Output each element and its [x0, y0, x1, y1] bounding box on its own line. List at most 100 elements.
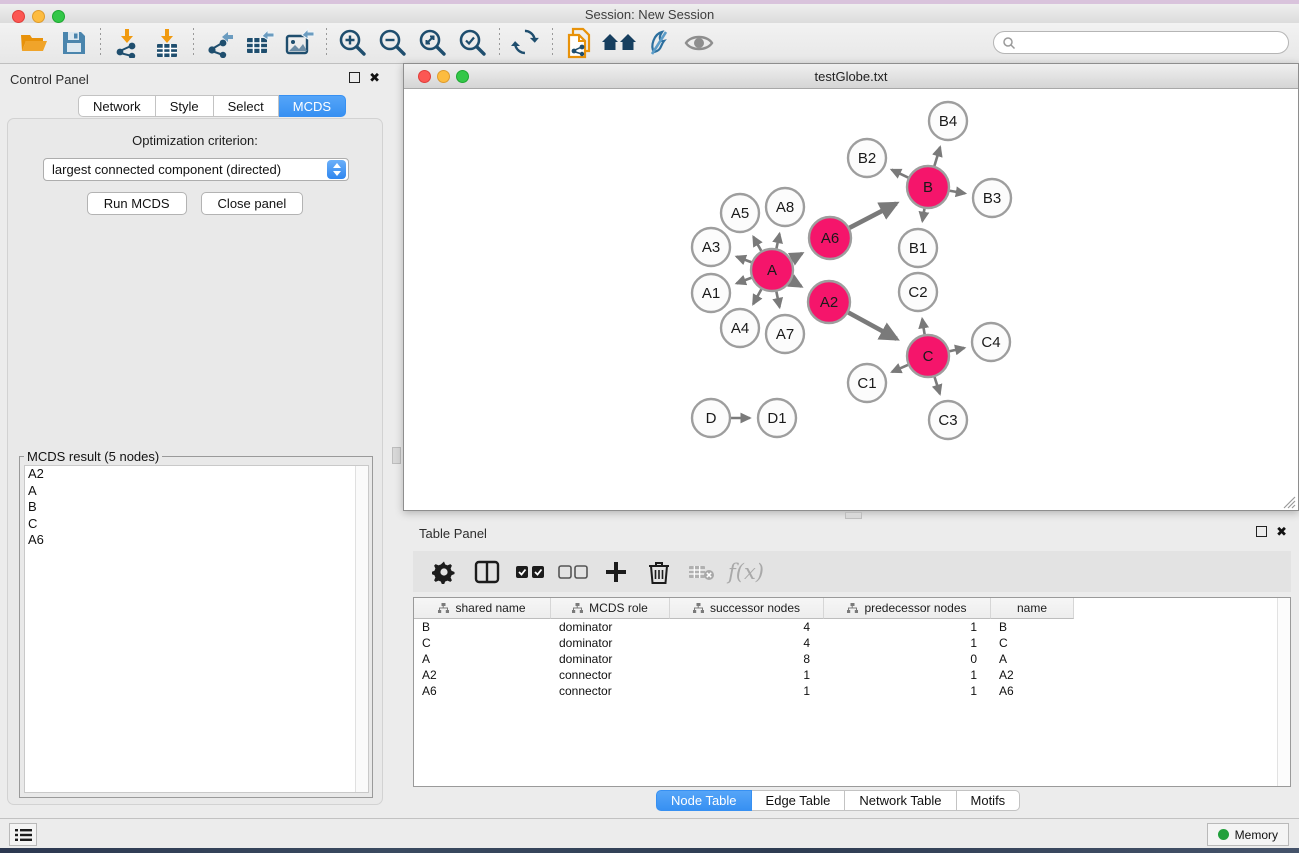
network-graph[interactable]: B4B2BB3A8A5A6A3B1AA1C2A2A4A7C4CC1C3DD1 [405, 90, 1297, 510]
import-network-icon[interactable] [107, 26, 147, 60]
column-header-successor-nodes[interactable]: successor nodes [670, 598, 824, 619]
graph-node-C1[interactable]: C1 [848, 364, 886, 402]
graph-node-D1[interactable]: D1 [758, 399, 796, 437]
mcds-result-item[interactable]: B [25, 499, 368, 516]
vertical-splitter-handle[interactable] [392, 447, 401, 464]
table-cell[interactable]: A [991, 651, 1074, 667]
table-cell[interactable]: connector [551, 683, 670, 699]
save-session-icon[interactable] [54, 26, 94, 60]
graph-node-D[interactable]: D [692, 399, 730, 437]
graph-node-A6[interactable]: A6 [809, 217, 851, 259]
table-cell[interactable]: 1 [824, 683, 991, 699]
function-builder-icon[interactable]: f(x) [728, 555, 764, 589]
add-column-icon[interactable] [599, 555, 633, 589]
delete-column-icon[interactable] [642, 555, 676, 589]
table-cell[interactable]: 0 [824, 651, 991, 667]
close-panel-icon[interactable]: ✖ [369, 71, 380, 84]
export-network-icon[interactable] [200, 26, 240, 60]
export-image-icon[interactable] [280, 26, 320, 60]
table-cell[interactable]: connector [551, 667, 670, 683]
graph-node-B4[interactable]: B4 [929, 102, 967, 140]
home-networks-icon[interactable] [599, 26, 639, 60]
table-cell[interactable]: dominator [551, 651, 670, 667]
graph-node-A[interactable]: A [751, 249, 793, 291]
export-table-icon[interactable] [240, 26, 280, 60]
zoom-out-icon[interactable] [373, 26, 413, 60]
table-cell[interactable]: 4 [670, 619, 824, 635]
zoom-fit-icon[interactable] [413, 26, 453, 60]
resize-grip-icon[interactable] [1283, 496, 1297, 509]
graph-node-A7[interactable]: A7 [766, 315, 804, 353]
import-table-icon[interactable] [147, 26, 187, 60]
table-tab-node-table[interactable]: Node Table [656, 790, 752, 811]
table-tab-motifs[interactable]: Motifs [957, 790, 1021, 811]
table-cell[interactable]: 8 [670, 651, 824, 667]
settings-gear-icon[interactable] [427, 555, 461, 589]
zoom-selected-icon[interactable] [453, 26, 493, 60]
tab-style[interactable]: Style [156, 95, 214, 117]
table-cell[interactable]: 1 [824, 635, 991, 651]
column-header-MCDS-role[interactable]: MCDS role [551, 598, 670, 619]
column-header-name[interactable]: name [991, 598, 1074, 619]
run-mcds-button[interactable]: Run MCDS [87, 192, 187, 215]
delete-table-icon[interactable] [685, 555, 719, 589]
float-table-panel-icon[interactable] [1256, 526, 1267, 537]
graph-node-A5[interactable]: A5 [721, 194, 759, 232]
graph-node-B3[interactable]: B3 [973, 179, 1011, 217]
app-titlebar[interactable]: Session: New Session [0, 4, 1299, 23]
column-header-shared-name[interactable]: shared name [414, 598, 551, 619]
float-panel-icon[interactable] [349, 72, 360, 83]
close-panel-button[interactable]: Close panel [201, 192, 304, 215]
search-field[interactable] [993, 31, 1289, 54]
table-cell[interactable]: A6 [414, 683, 551, 699]
table-cell[interactable]: B [991, 619, 1074, 635]
network-window-titlebar[interactable]: testGlobe.txt [404, 64, 1298, 89]
criterion-dropdown[interactable]: largest connected component (directed) [43, 158, 349, 181]
search-input[interactable] [1016, 34, 1288, 52]
memory-button[interactable]: Memory [1207, 823, 1289, 846]
zoom-in-icon[interactable] [333, 26, 373, 60]
mcds-result-item[interactable]: A6 [25, 532, 368, 549]
scrollbar-track[interactable] [355, 466, 368, 792]
graph-node-C3[interactable]: C3 [929, 401, 967, 439]
graph-node-B[interactable]: B [907, 166, 949, 208]
table-cell[interactable]: B [414, 619, 551, 635]
mcds-result-item[interactable]: A2 [25, 466, 368, 483]
table-row[interactable]: Bdominator41B [414, 619, 1074, 635]
graph-node-B2[interactable]: B2 [848, 139, 886, 177]
table-cell[interactable]: A2 [414, 667, 551, 683]
table-cell[interactable]: 1 [824, 667, 991, 683]
show-columns-icon[interactable] [470, 555, 504, 589]
graph-node-A3[interactable]: A3 [692, 228, 730, 266]
tab-mcds[interactable]: MCDS [279, 95, 346, 117]
eye-icon[interactable] [679, 26, 719, 60]
close-table-panel-icon[interactable]: ✖ [1276, 525, 1287, 538]
mcds-result-item[interactable]: A [25, 483, 368, 500]
table-cell[interactable]: A2 [991, 667, 1074, 683]
table-cell[interactable]: 1 [824, 619, 991, 635]
mcds-result-list[interactable]: A2ABCA6 [24, 465, 369, 793]
table-cell[interactable]: 1 [670, 667, 824, 683]
table-cell[interactable]: C [991, 635, 1074, 651]
deselect-all-checkboxes-icon[interactable] [556, 555, 590, 589]
graph-node-A4[interactable]: A4 [721, 309, 759, 347]
graph-node-C2[interactable]: C2 [899, 273, 937, 311]
table-cell[interactable]: dominator [551, 635, 670, 651]
table-cell[interactable]: C [414, 635, 551, 651]
table-cell[interactable]: A [414, 651, 551, 667]
tab-network[interactable]: Network [78, 95, 156, 117]
open-file-icon[interactable] [14, 26, 54, 60]
select-all-checkboxes-icon[interactable] [513, 555, 547, 589]
network-canvas[interactable]: B4B2BB3A8A5A6A3B1AA1C2A2A4A7C4CC1C3DD1 [405, 90, 1297, 510]
table-cell[interactable]: A6 [991, 683, 1074, 699]
style-disabled-icon[interactable] [639, 26, 679, 60]
table-tab-edge-table[interactable]: Edge Table [752, 790, 846, 811]
table-row[interactable]: Cdominator41C [414, 635, 1074, 651]
mcds-result-item[interactable]: C [25, 516, 368, 533]
table-row[interactable]: A6connector11A6 [414, 683, 1074, 699]
table-tab-network-table[interactable]: Network Table [845, 790, 956, 811]
task-history-button[interactable] [9, 823, 37, 846]
table-scrollbar-track[interactable] [1277, 598, 1290, 786]
column-header-predecessor-nodes[interactable]: predecessor nodes [824, 598, 991, 619]
graph-node-A8[interactable]: A8 [766, 188, 804, 226]
